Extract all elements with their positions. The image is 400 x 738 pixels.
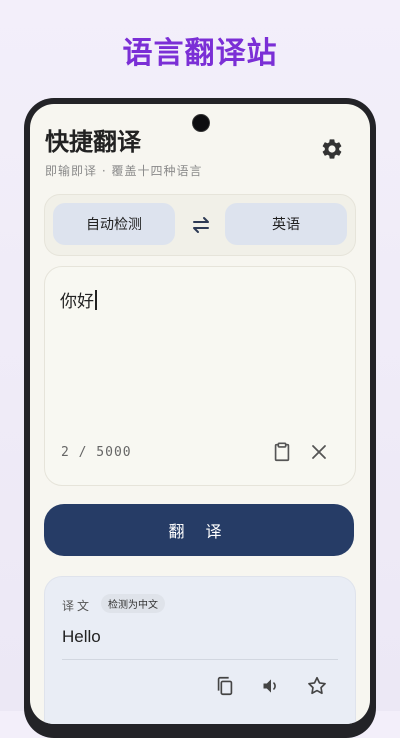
speaker-icon[interactable]: [261, 676, 281, 696]
swap-arrows-icon[interactable]: [189, 213, 213, 237]
result-divider: [62, 659, 338, 660]
source-text-input[interactable]: 你好: [60, 287, 97, 312]
source-text-value: 你好: [60, 292, 94, 312]
source-language-button[interactable]: 自动检测: [53, 203, 175, 245]
app-subtitle: 即输即译 · 覆盖十四种语言: [45, 164, 203, 178]
char-count: 2 / 5000: [61, 445, 132, 460]
input-card[interactable]: 你好 2 / 5000: [44, 266, 356, 486]
result-label: 译文: [62, 599, 93, 613]
app-title: 快捷翻译: [45, 128, 141, 156]
result-card: 译文 检测为中文 Hello: [44, 576, 356, 724]
star-icon[interactable]: [306, 675, 328, 697]
copy-icon[interactable]: [214, 675, 236, 697]
gear-icon[interactable]: [320, 137, 344, 161]
target-language-button[interactable]: 英语: [225, 203, 347, 245]
detected-language-badge: 检测为中文: [101, 594, 165, 613]
front-camera: [192, 114, 210, 132]
clipboard-icon[interactable]: [271, 441, 293, 463]
translate-button[interactable]: 翻 译: [44, 504, 354, 556]
translated-text: Hello: [62, 627, 101, 646]
promo-title: 语言翻译站: [122, 36, 278, 71]
text-caret: [95, 290, 97, 310]
close-icon[interactable]: [310, 443, 328, 461]
language-bar: 自动检测 英语: [44, 194, 356, 256]
app-screen: 快捷翻译 即输即译 · 覆盖十四种语言 自动检测 英语 你好 2 / 5000: [30, 104, 370, 724]
